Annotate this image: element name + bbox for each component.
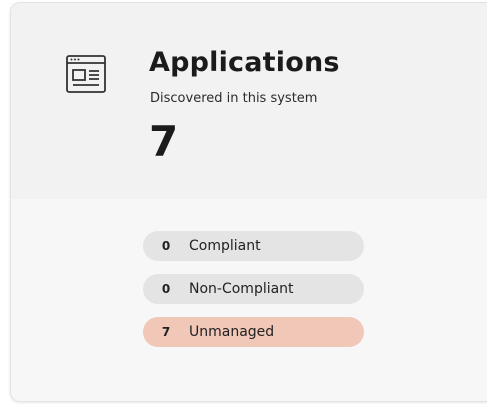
card-header-section: Applications Discovered in this system 7 <box>11 3 487 199</box>
card-subtitle: Discovered in this system <box>150 91 318 106</box>
status-count: 0 <box>161 282 171 296</box>
status-label: Non-Compliant <box>189 281 294 297</box>
card-title: Applications <box>149 47 340 78</box>
status-count: 0 <box>161 239 171 253</box>
status-pill-unmanaged[interactable]: 7 Unmanaged <box>143 317 364 347</box>
status-label: Compliant <box>189 238 261 254</box>
application-window-icon <box>66 55 106 93</box>
applications-card[interactable]: Applications Discovered in this system 7… <box>10 2 487 402</box>
status-pill-compliant[interactable]: 0 Compliant <box>143 231 364 261</box>
status-count: 7 <box>161 325 171 339</box>
applications-count: 7 <box>149 117 179 166</box>
status-pill-non-compliant[interactable]: 0 Non-Compliant <box>143 274 364 304</box>
status-label: Unmanaged <box>189 324 275 340</box>
